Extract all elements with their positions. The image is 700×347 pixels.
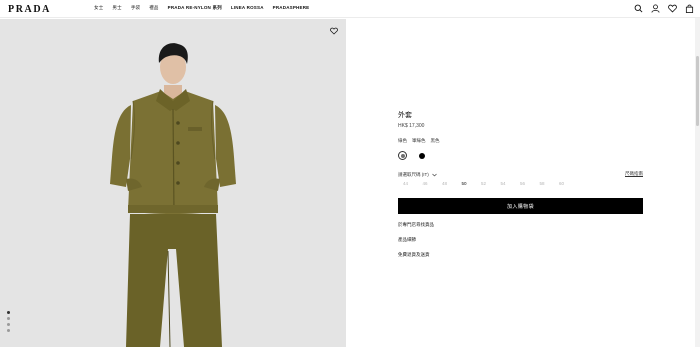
bag-icon[interactable] [685,4,694,13]
size-option[interactable]: 46 [423,181,443,186]
nav-item-women[interactable]: 女士 [94,5,103,11]
product-photo [0,19,346,347]
size-option[interactable]: 44 [403,181,423,186]
nav-item-linea-rossa[interactable]: LINEA ROSSA [231,5,264,11]
size-option[interactable]: 60 [559,181,579,186]
product-details-link[interactable]: 產品細節 [398,237,434,243]
scrollbar-thumb[interactable] [696,56,699,126]
product-detail-panel: 外套 HK$ 17,300 綠色 軍綠色 黑色 請選取尺碼 (IT) 尺碼指南 … [346,19,700,347]
size-option[interactable]: 52 [481,181,501,186]
size-options: 44 46 48 50 52 54 56 58 60 [403,181,579,186]
color-name[interactable]: 綠色 [398,138,407,144]
color-swatch-selected[interactable] [398,151,407,160]
wishlist-icon[interactable] [668,4,677,13]
gallery-pagination [7,311,10,332]
nav-item-pradasphere[interactable]: PRADASPHERE [273,5,310,11]
chevron-down-icon [432,173,437,177]
shipping-returns-link[interactable]: 免費退貨及送貨 [398,252,434,258]
add-to-bag-button[interactable]: 加入購物袋 [398,198,643,214]
product-links: 於專門店尋找貨品 產品細節 免費退貨及送貨 [398,222,434,267]
account-icon[interactable] [651,4,660,13]
size-option[interactable]: 54 [501,181,521,186]
size-select-label[interactable]: 請選取尺碼 (IT) [398,172,437,178]
color-swatches [398,151,425,160]
find-in-store-link[interactable]: 於專門店尋找貨品 [398,222,434,228]
size-option[interactable]: 50 [462,181,482,186]
size-guide-link[interactable]: 尺碼指南 [625,171,643,177]
product-price: HK$ 17,300 [398,123,425,129]
site-header: PRADA 女士 男士 手袋 禮品 PRADA RE-NYLON 系列 LINE… [0,0,700,18]
gallery-dot[interactable] [7,311,10,314]
color-swatch-black[interactable] [419,152,425,159]
color-options-labels: 綠色 軍綠色 黑色 [398,138,440,144]
size-option[interactable]: 48 [442,181,462,186]
nav-item-bags[interactable]: 手袋 [131,5,140,11]
product-image-panel[interactable] [0,19,346,347]
add-to-wishlist-icon[interactable] [330,27,338,35]
header-icons [634,4,694,13]
size-option[interactable]: 58 [540,181,560,186]
page-scrollbar[interactable] [695,18,700,347]
main-nav: 女士 男士 手袋 禮品 PRADA RE-NYLON 系列 LINEA ROSS… [94,5,309,11]
prada-logo[interactable]: PRADA [8,4,51,15]
color-name[interactable]: 黑色 [431,138,440,144]
product-title: 外套 [398,112,412,119]
gallery-dot[interactable] [7,323,10,326]
size-label-text: 請選取尺碼 (IT) [398,172,429,177]
nav-item-men[interactable]: 男士 [112,5,121,11]
nav-item-re-nylon[interactable]: PRADA RE-NYLON 系列 [168,5,222,11]
size-option[interactable]: 56 [520,181,540,186]
nav-item-gifts[interactable]: 禮品 [149,5,158,11]
search-icon[interactable] [634,4,643,13]
color-name[interactable]: 軍綠色 [412,138,426,144]
gallery-dot[interactable] [7,317,10,320]
gallery-dot[interactable] [7,329,10,332]
